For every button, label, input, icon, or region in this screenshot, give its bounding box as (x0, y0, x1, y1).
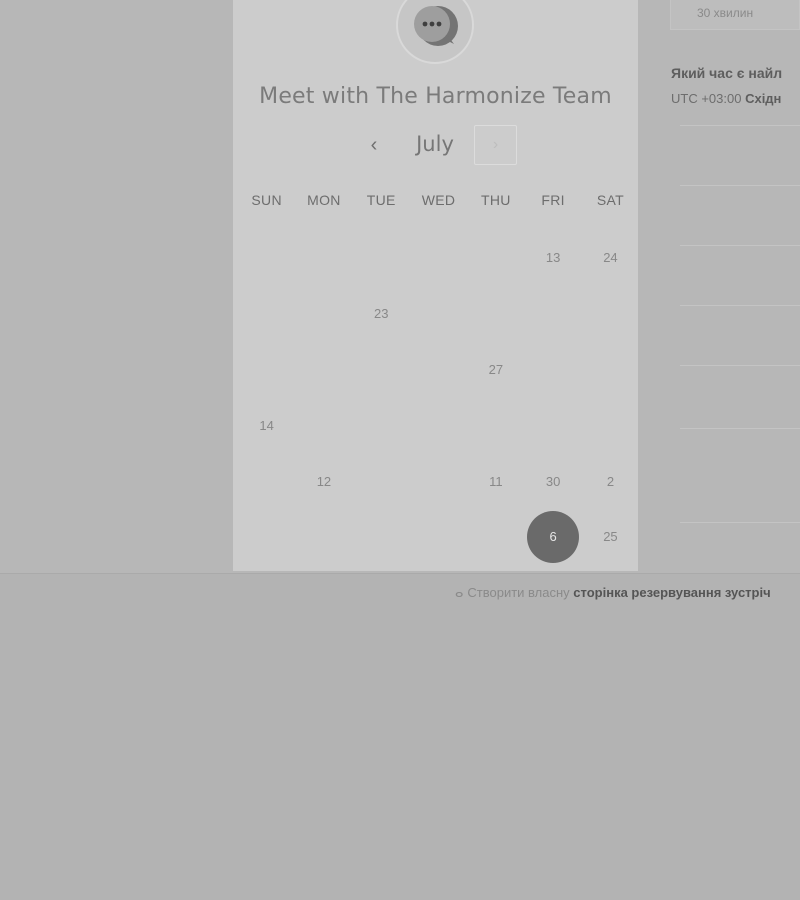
calendar-empty-cell (353, 230, 410, 286)
day-number: 6 (527, 510, 580, 563)
calendar-day[interactable]: 11 (467, 453, 524, 509)
chevron-right-icon: › (492, 136, 499, 153)
calendar-empty-cell (467, 230, 524, 286)
day-number: 23 (374, 306, 389, 322)
calendar-day[interactable]: 30 (524, 453, 581, 509)
day-number: 11 (489, 473, 503, 489)
next-month-button[interactable]: › (474, 125, 517, 165)
slot-divider (680, 185, 800, 186)
slot-divider (680, 428, 800, 429)
weekday-mon: MON (307, 192, 341, 208)
calendar-day[interactable]: 23 (353, 286, 410, 342)
timezone-name: Східн (745, 91, 782, 106)
calendar-empty-cell (353, 453, 410, 509)
day-number: 27 (488, 361, 504, 377)
calendar-empty-cell (238, 342, 295, 398)
slot-divider (680, 125, 800, 126)
calendar-empty-cell (467, 397, 524, 453)
calendar-empty-cell (410, 342, 467, 398)
timezone-offset: UTC +03:00 (671, 91, 742, 106)
calendar-empty-cell (353, 397, 410, 453)
calendar-day[interactable]: 2 (582, 453, 639, 509)
calendar-empty-cell (295, 286, 352, 342)
time-slot-panel: 30 хвилин Який час є найл UTC +03:00 Схі… (670, 0, 800, 571)
weekday-tue: TUE (366, 192, 396, 208)
booking-page: Meet with The Harmonize Team ‹ July › SU… (0, 0, 800, 900)
calendar-day[interactable]: 14 (238, 397, 295, 453)
weekday-sun: SUN (251, 192, 282, 208)
calendar-empty-cell (524, 342, 581, 398)
calendar-empty-cell (582, 397, 639, 453)
day-number: 24 (603, 250, 618, 266)
month-navigation: ‹ July › (233, 124, 638, 166)
day-number: 2 (606, 473, 615, 489)
calendar-empty-cell (524, 397, 581, 453)
calendar-day[interactable]: 12 (295, 453, 352, 509)
meeting-avatar (396, 0, 474, 64)
day-number: 12 (316, 473, 332, 489)
calendar-card: Meet with The Harmonize Team ‹ July › SU… (233, 0, 638, 571)
calendar-empty-cell (295, 342, 352, 398)
calendar-empty-cell (295, 397, 352, 453)
meeting-title: Meet with The Harmonize Team (259, 84, 612, 109)
month-label: July (416, 132, 454, 156)
weekday-sat: SAT (596, 192, 624, 208)
calendar-empty-cell (524, 286, 581, 342)
calendar-day[interactable]: 25 (582, 509, 639, 565)
footer-prefix: Створити власну (467, 585, 570, 600)
day-number: 13 (545, 250, 561, 266)
calendar-empty-cell (467, 509, 524, 565)
calendar-empty-cell (295, 230, 352, 286)
calendar-day[interactable]: 13 (524, 230, 581, 286)
slot-divider (680, 245, 800, 246)
day-number: 30 (545, 473, 561, 489)
calendar-empty-cell (238, 286, 295, 342)
footer-promo: ⴰ Створити власну сторінка резервування з… (455, 585, 771, 601)
weekday-thu: THU (480, 192, 511, 208)
hubspot-sprocket-icon: ⴰ (455, 585, 464, 600)
calendar-day[interactable]: 24 (582, 230, 639, 286)
calendar-empty-cell (410, 397, 467, 453)
calendar-empty-cell (410, 286, 467, 342)
calendar-empty-cell (353, 509, 410, 565)
duration-tab[interactable]: 30 хвилин (670, 0, 800, 30)
slot-divider (680, 522, 800, 523)
calendar-empty-cell (467, 286, 524, 342)
timezone-selector[interactable]: UTC +03:00 Східн (671, 91, 781, 106)
calendar-empty-cell (238, 230, 295, 286)
calendar-empty-cell (582, 286, 639, 342)
calendar-empty-cell (238, 509, 295, 565)
footer-link[interactable]: сторінка резервування зустріч (573, 585, 770, 600)
calendar-empty-cell (410, 509, 467, 565)
chevron-left-icon: ‹ (370, 133, 378, 156)
day-number: 25 (603, 529, 618, 545)
slot-divider (680, 365, 800, 366)
calendar-empty-cell (353, 342, 410, 398)
calendar-day-selected[interactable]: 6 (524, 509, 581, 565)
calendar-empty-cell (582, 342, 639, 398)
prev-month-button[interactable]: ‹ (361, 130, 387, 160)
weekday-header: SUN MON TUE WED THU FRI SAT (238, 192, 638, 208)
time-question-heading: Який час є найл (671, 65, 783, 81)
slot-divider (680, 305, 800, 306)
calendar-day[interactable]: 27 (467, 342, 524, 398)
weekday-fri: FRI (541, 192, 565, 208)
day-grid: 13 24 23 27 14 12 11 30 2 6 25 (238, 230, 638, 565)
calendar-empty-cell (238, 453, 295, 509)
calendar-empty-cell (410, 453, 467, 509)
chat-bubble-icon (414, 6, 458, 46)
calendar-empty-cell (410, 230, 467, 286)
weekday-wed: WED (421, 192, 456, 208)
day-number: 14 (259, 417, 274, 433)
calendar-empty-cell (295, 509, 352, 565)
